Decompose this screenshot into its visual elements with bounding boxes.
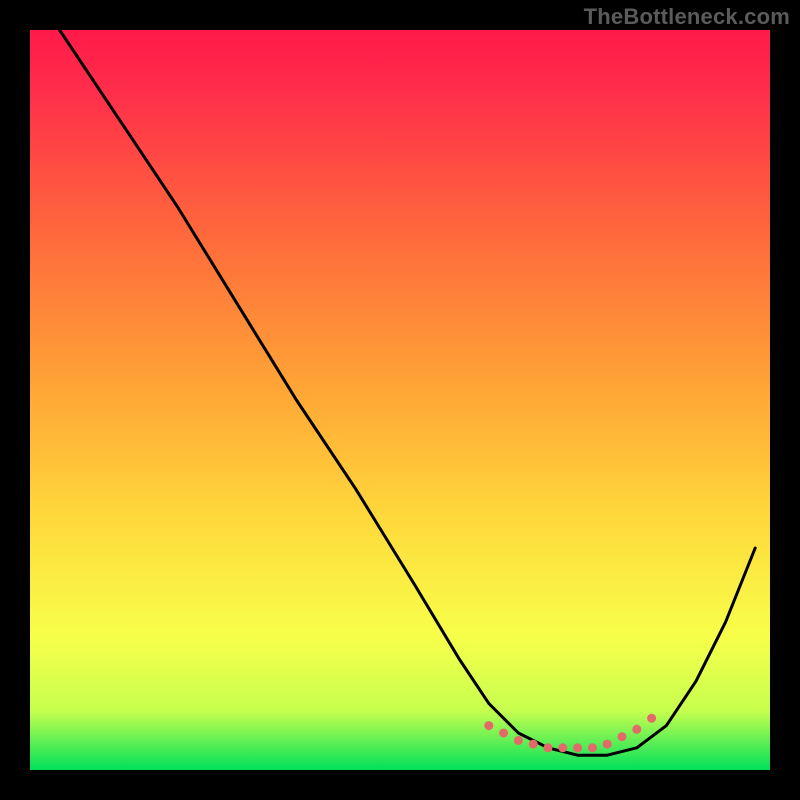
gradient-background bbox=[30, 30, 770, 770]
marker-dot bbox=[588, 743, 597, 752]
marker-dot bbox=[499, 729, 508, 738]
chart-frame: TheBottleneck.com bbox=[0, 0, 800, 800]
marker-dot bbox=[529, 740, 538, 749]
watermark-text: TheBottleneck.com bbox=[584, 4, 790, 30]
marker-dot bbox=[558, 743, 567, 752]
marker-dot bbox=[484, 721, 493, 730]
marker-dot bbox=[618, 732, 627, 741]
marker-dot bbox=[514, 736, 523, 745]
marker-dot bbox=[603, 740, 612, 749]
marker-dot bbox=[544, 743, 553, 752]
marker-dot bbox=[647, 714, 656, 723]
marker-dot bbox=[632, 725, 641, 734]
marker-dot bbox=[573, 743, 582, 752]
chart-plot bbox=[0, 0, 800, 800]
